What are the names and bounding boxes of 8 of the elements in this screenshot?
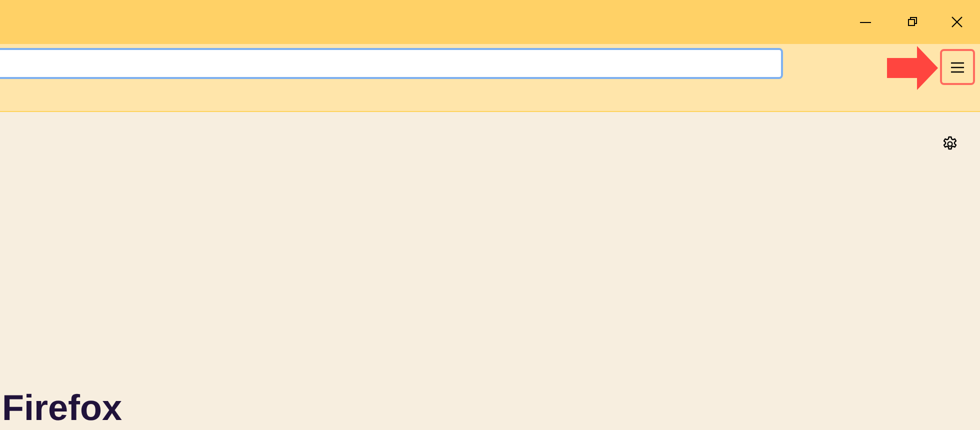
close-icon [951,16,963,28]
menu-icon [951,62,964,72]
arrow-icon [887,46,938,90]
firefox-heading: Firefox [2,388,124,428]
settings-icon[interactable] [942,136,958,152]
restore-icon [906,16,916,28]
address-field[interactable] [0,48,783,79]
menu-button[interactable] [940,49,975,85]
